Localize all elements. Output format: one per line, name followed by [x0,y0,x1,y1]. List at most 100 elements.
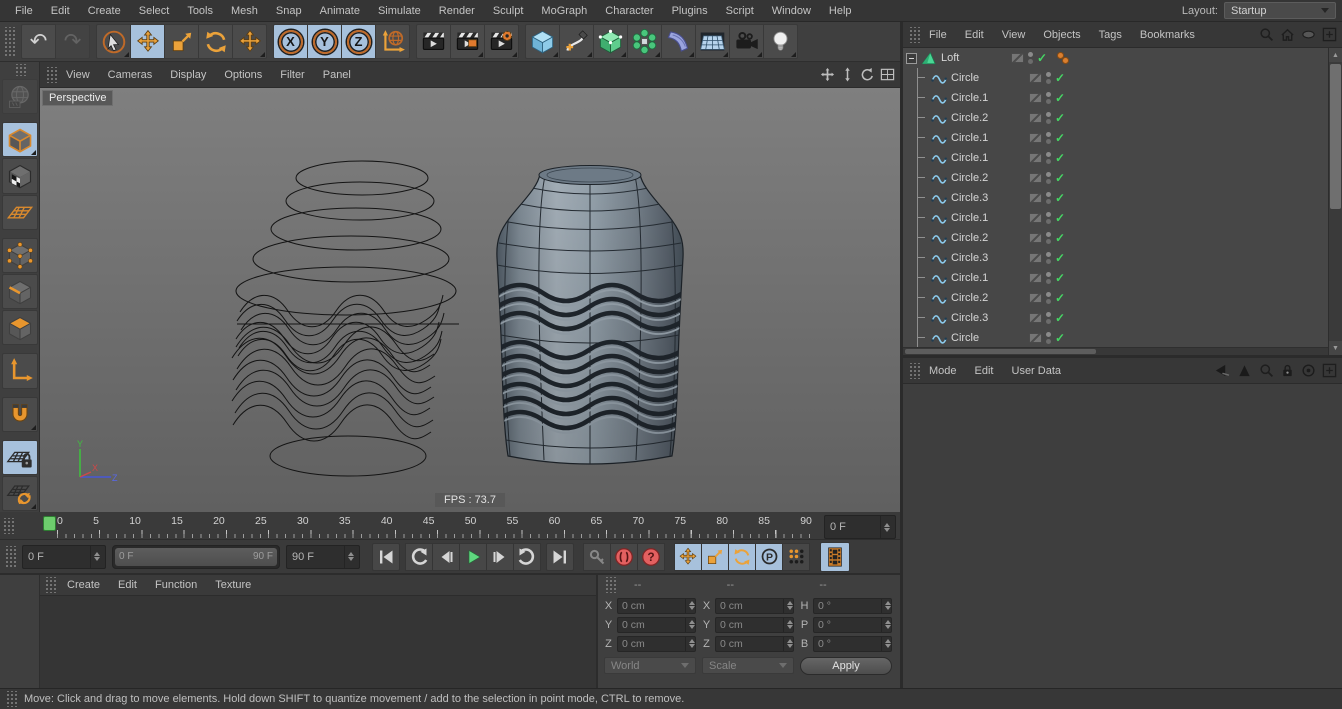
rotate-tool-button[interactable] [198,24,233,59]
scroll-up-icon[interactable]: ▲ [1329,48,1342,62]
menu-item[interactable]: Mesh [222,5,267,17]
object-manager-menu-item[interactable]: Tags [1090,29,1131,41]
object-row[interactable]: Circle.2 ✓ [903,228,1328,248]
points-mode-button[interactable] [2,238,38,273]
layer-toggle[interactable] [1029,293,1042,303]
object-name[interactable]: Loft [941,52,1005,64]
layer-toggle[interactable] [1029,153,1042,163]
menu-item[interactable]: Animate [311,5,369,17]
object-name[interactable]: Circle.2 [951,172,1023,184]
spinner-arrows-icon[interactable] [881,599,891,613]
edges-mode-button[interactable] [2,274,38,309]
texture-mode-button[interactable] [2,158,38,193]
point-level-animation-toggle[interactable] [782,543,810,571]
camera-view-label[interactable]: Perspective [42,90,113,106]
coordinate-input[interactable]: 0 ° [813,636,892,652]
object-name[interactable]: Circle.2 [951,112,1023,124]
material-menu-item[interactable]: Function [146,579,206,591]
current-frame-spinner[interactable]: 0 F [22,545,106,569]
menu-item[interactable]: Character [596,5,662,17]
search-icon[interactable] [1259,363,1274,378]
material-list-area[interactable] [40,596,596,688]
ruler-frame-spinner[interactable]: 0 F [824,515,896,539]
enable-check-icon[interactable]: ✓ [1055,172,1065,184]
viewport-menu-item[interactable]: Filter [271,69,313,81]
lock-x-axis-button[interactable]: X [273,24,308,59]
key-rotation-toggle[interactable] [728,543,756,571]
rotate-view-icon[interactable] [860,67,875,82]
model-mode-button[interactable] [2,122,38,157]
object-manager-menu-item[interactable]: Edit [956,29,993,41]
object-name[interactable]: Circle.3 [951,252,1023,264]
size-mode-dropdown[interactable]: Scale [702,657,794,674]
toggle-panel-icon[interactable] [880,67,895,82]
coordinate-input[interactable]: 0 cm [617,617,696,633]
enable-check-icon[interactable]: ✓ [1055,252,1065,264]
previous-key-button[interactable] [405,543,433,571]
visibility-dots[interactable] [1046,312,1051,324]
enable-check-icon[interactable]: ✓ [1055,112,1065,124]
polygons-mode-button[interactable] [2,310,38,345]
layer-toggle[interactable] [1029,333,1042,343]
layer-toggle[interactable] [1029,113,1042,123]
object-manager-menu-item[interactable]: View [993,29,1035,41]
generators-button[interactable] [593,24,628,59]
enable-check-icon[interactable]: ✓ [1055,292,1065,304]
enable-check-icon[interactable]: ✓ [1055,132,1065,144]
render-picture-viewer-button[interactable] [450,24,485,59]
next-frame-button[interactable] [486,543,514,571]
layer-toggle[interactable] [1029,173,1042,183]
enable-check-icon[interactable]: ✓ [1055,332,1065,344]
object-manager-menu-item[interactable]: Objects [1034,29,1089,41]
key-parameter-toggle[interactable] [755,543,783,571]
enable-check-icon[interactable]: ✓ [1055,152,1065,164]
visibility-dots[interactable] [1046,192,1051,204]
layer-toggle[interactable] [1029,73,1042,83]
object-row[interactable]: Circle.3 ✓ [903,248,1328,268]
timeline-ruler[interactable]: 051015202530354045505560657075808590 0 F [0,512,900,540]
layer-toggle[interactable] [1011,53,1024,63]
menu-item[interactable]: Tools [178,5,222,17]
coordinate-system-button[interactable] [375,24,410,59]
viewport-menu-item[interactable]: Options [215,69,271,81]
end-frame-spinner[interactable]: 90 F [286,545,360,569]
visibility-dots[interactable] [1028,52,1033,64]
object-row[interactable]: Circle.3 ✓ [903,308,1328,328]
coordinate-input[interactable]: 0 cm [617,598,696,614]
layer-toggle[interactable] [1029,313,1042,323]
coordinate-input[interactable]: 0 cm [715,598,794,614]
enable-check-icon[interactable]: ✓ [1055,312,1065,324]
add-panel-icon[interactable] [1322,27,1337,42]
frame-range-slider[interactable]: 0 F 90 F [112,545,280,569]
menu-item[interactable]: MoGraph [532,5,596,17]
menu-item[interactable]: Plugins [663,5,717,17]
object-row[interactable]: Circle ✓ [903,68,1328,88]
next-key-button[interactable] [513,543,541,571]
object-name[interactable]: Circle.1 [951,132,1023,144]
object-name[interactable]: Circle.3 [951,192,1023,204]
zoom-view-icon[interactable] [840,67,855,82]
visibility-dots[interactable] [1046,132,1051,144]
object-name[interactable]: Circle.1 [951,212,1023,224]
enable-check-icon[interactable]: ✓ [1037,52,1047,64]
menu-item[interactable]: Render [430,5,484,17]
enable-check-icon[interactable]: ✓ [1055,272,1065,284]
spinner-arrows-icon[interactable] [685,599,695,613]
attributes-area[interactable] [903,384,1342,688]
menu-item[interactable]: Script [717,5,763,17]
menu-item[interactable]: Simulate [369,5,430,17]
workplane-mode-button[interactable] [2,195,38,230]
key-scale-toggle[interactable] [701,543,729,571]
record-key-button[interactable] [583,543,611,571]
layer-toggle[interactable] [1029,273,1042,283]
last-tool-button[interactable] [232,24,267,59]
render-settings-button[interactable] [484,24,519,59]
scroll-down-icon[interactable]: ▼ [1329,341,1342,355]
material-menu-item[interactable]: Edit [109,579,146,591]
coordinate-input[interactable]: 0 cm [715,617,794,633]
object-name[interactable]: Circle.1 [951,92,1023,104]
layer-toggle[interactable] [1029,233,1042,243]
rail-grip[interactable] [14,64,26,76]
primitive-cube-button[interactable] [525,24,560,59]
object-row[interactable]: Circle.1 ✓ [903,128,1328,148]
